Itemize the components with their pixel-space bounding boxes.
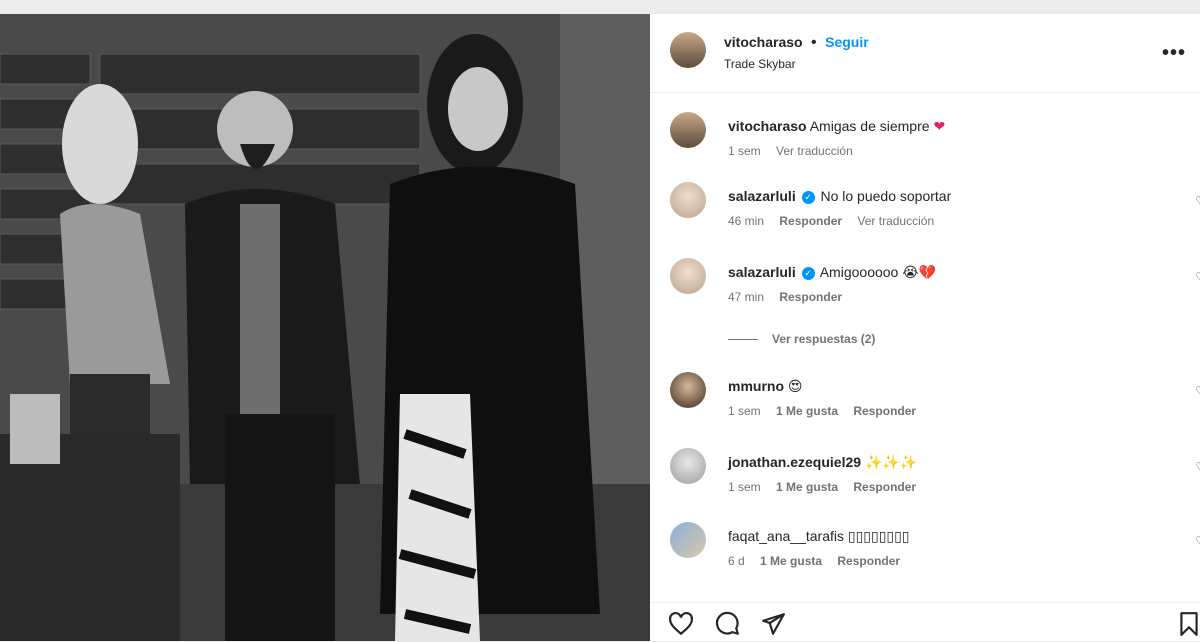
comment-text: ✨✨✨ <box>864 454 918 470</box>
bookmark-icon[interactable] <box>1176 611 1200 637</box>
caption-avatar[interactable] <box>670 112 706 148</box>
author-avatar[interactable] <box>670 32 706 68</box>
small-heart-icon[interactable]: ♡ <box>1195 460 1200 474</box>
post-actions-bar <box>650 602 1200 642</box>
comment-avatar[interactable] <box>670 448 706 484</box>
caption-text: Amigas de siempre <box>809 118 930 134</box>
author-username[interactable]: vitocharaso <box>724 34 803 50</box>
caption-translate-link[interactable]: Ver traducción <box>776 144 853 158</box>
verified-badge-icon: ✓ <box>801 267 815 280</box>
post-location[interactable]: Trade Skybar <box>724 57 796 71</box>
comment-username[interactable]: salazarluli <box>728 188 796 204</box>
comment-text: 😍 <box>787 378 803 394</box>
comment-avatar[interactable] <box>670 258 706 294</box>
heart-icon[interactable] <box>668 611 694 637</box>
comment-time[interactable]: 1 sem <box>728 404 761 418</box>
likes-count[interactable]: 1 Me gusta <box>760 554 822 568</box>
caption-username[interactable]: vitocharaso <box>728 118 807 134</box>
comment-username[interactable]: mmurno <box>728 378 784 394</box>
comment-username[interactable]: jonathan.ezequiel29 <box>728 454 861 470</box>
small-heart-icon[interactable]: ♡ <box>1195 384 1200 398</box>
share-icon[interactable] <box>760 611 786 637</box>
view-replies-button[interactable]: Ver respuestas (2) <box>728 332 875 346</box>
comment-text: ▯▯▯▯▯▯▯▯ <box>847 528 910 544</box>
likes-count[interactable]: 1 Me gusta <box>776 404 838 418</box>
small-heart-icon[interactable]: ♡ <box>1195 270 1200 284</box>
small-heart-icon[interactable]: ♡ <box>1195 534 1200 548</box>
comment-text: Amigoooooo 😭💔 <box>819 264 937 280</box>
comment-username[interactable]: faqat_ana__tarafis <box>728 528 844 544</box>
post-details-panel: vitocharaso • Seguir Trade Skybar ••• vi… <box>650 14 1200 641</box>
reply-link[interactable]: Responder <box>779 214 842 228</box>
comment-time[interactable]: 6 d <box>728 554 745 568</box>
heart-emoji: ❤ <box>933 118 946 134</box>
reply-link[interactable]: Responder <box>837 554 900 568</box>
view-replies-label: Ver respuestas (2) <box>772 332 876 346</box>
caption-time[interactable]: 1 sem <box>728 144 761 158</box>
comment-username[interactable]: salazarluli <box>728 264 796 280</box>
comment-time[interactable]: 47 min <box>728 290 764 304</box>
translate-link[interactable]: Ver traducción <box>857 214 934 228</box>
post-photo[interactable] <box>0 14 650 641</box>
follow-button[interactable]: Seguir <box>825 34 869 50</box>
browser-top-strip <box>0 0 1200 14</box>
verified-badge-icon: ✓ <box>801 191 815 204</box>
comment-icon[interactable] <box>714 611 740 637</box>
comment-avatar[interactable] <box>670 522 706 558</box>
reply-link[interactable]: Responder <box>853 480 916 494</box>
comment-avatar[interactable] <box>670 372 706 408</box>
post-header: vitocharaso • Seguir Trade Skybar ••• <box>650 14 1200 93</box>
more-options-icon[interactable]: ••• <box>1162 42 1186 65</box>
separator-dot: • <box>811 34 817 51</box>
likes-count[interactable]: 1 Me gusta <box>776 480 838 494</box>
small-heart-icon[interactable]: ♡ <box>1195 194 1200 208</box>
comment-time[interactable]: 46 min <box>728 214 764 228</box>
replies-line <box>728 339 758 340</box>
comment-avatar[interactable] <box>670 182 706 218</box>
reply-link[interactable]: Responder <box>853 404 916 418</box>
comment-text: No lo puedo soportar <box>820 188 952 204</box>
photo-illustration <box>0 14 650 641</box>
comment-time[interactable]: 1 sem <box>728 480 761 494</box>
reply-link[interactable]: Responder <box>779 290 842 304</box>
